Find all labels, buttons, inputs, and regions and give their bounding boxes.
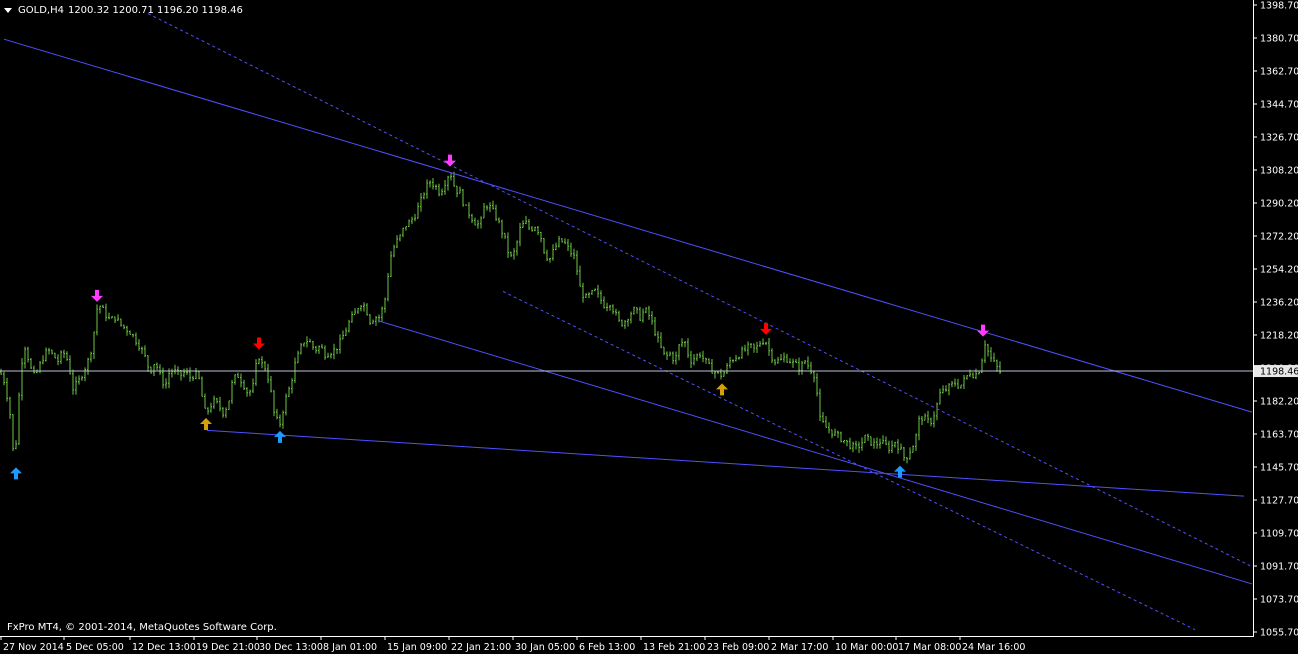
symbol-menu-icon[interactable] — [4, 7, 12, 13]
x-tick-label: 5 Dec 05:00 — [66, 642, 124, 653]
ohlc-bars — [0, 171, 1001, 464]
y-tick-label: 1326.70 — [1260, 133, 1298, 144]
x-tick-label: 30 Jan 05:00 — [515, 642, 575, 653]
buy-arrow-icon — [10, 467, 22, 480]
y-tick-label: 1091.70 — [1260, 562, 1298, 573]
x-tick-label: 2 Mar 17:00 — [771, 642, 828, 653]
x-tick-label: 13 Feb 21:00 — [643, 642, 705, 653]
x-tick-label: 17 Mar 08:00 — [898, 642, 961, 653]
y-tick-label: 1308.20 — [1260, 166, 1298, 177]
current-price-label: 1198.46 — [1260, 367, 1298, 378]
y-tick-label: 1272.20 — [1260, 232, 1298, 243]
x-tick-label: 24 Mar 16:00 — [962, 642, 1025, 653]
sell-arrow-icon — [91, 289, 103, 302]
trendline — [206, 429, 1245, 497]
buy-arrow-icon — [274, 430, 286, 443]
y-tick-label: 1055.70 — [1260, 628, 1298, 639]
x-tick-label: 30 Dec 13:00 — [259, 642, 323, 653]
y-tick-label: 1127.70 — [1260, 496, 1298, 507]
signal-arrows — [10, 154, 989, 480]
copyright-prefix: FxPro MT4, — [7, 622, 66, 633]
x-tick-label: 6 Feb 13:00 — [579, 642, 635, 653]
y-tick-label: 1109.70 — [1260, 529, 1298, 540]
chart-window[interactable]: 1398.70 1380.70 1362.70 1344.70 1326.70 1308.… — [0, 0, 1298, 654]
x-tick-label: 12 Dec 13:00 — [132, 642, 196, 653]
copyright-text: FxPro MT4, © 2001-2014, MetaQuotes Softw… — [7, 622, 277, 633]
y-tick-label: 1254.20 — [1260, 265, 1298, 276]
y-tick-label: 1398.70 — [1260, 1, 1298, 12]
y-tick-label: 1145.70 — [1260, 463, 1298, 474]
copyright-rest: 2001-2014, MetaQuotes Software Corp. — [75, 622, 277, 633]
y-tick-label: 1344.70 — [1260, 100, 1298, 111]
x-tick-label: 8 Jan 01:00 — [323, 642, 377, 653]
sell-arrow-icon — [444, 154, 456, 167]
sell-arrow-icon — [253, 337, 265, 350]
symbol-label: GOLD,H4 — [18, 4, 64, 16]
buy-arrow-icon — [200, 418, 212, 431]
x-tick-label: 10 Mar 00:00 — [835, 642, 898, 653]
axes: 1398.70 1380.70 1362.70 1344.70 1326.70 1308.… — [0, 0, 1298, 653]
dashed-trendline — [502, 290, 1196, 631]
y-tick-label: 1218.20 — [1260, 331, 1298, 342]
buy-arrow-icon — [894, 465, 906, 478]
x-tick-label: 27 Nov 2014 — [3, 642, 64, 653]
x-tick-label: 23 Feb 09:00 — [707, 642, 769, 653]
trendlines — [0, 13, 1253, 631]
y-tick-label: 1182.20 — [1260, 397, 1298, 408]
copyright-symbol-icon: © — [65, 622, 76, 633]
trendline — [3, 38, 1253, 413]
buy-arrow-icon — [716, 383, 728, 396]
chart-header: GOLD,H4 1200.32 1200.71 1196.20 1198.46 — [4, 3, 243, 17]
y-tick-label: 1236.20 — [1260, 298, 1298, 309]
sell-arrow-icon — [977, 324, 989, 337]
y-tick-label: 1362.70 — [1260, 67, 1298, 78]
y-tick-label: 1073.70 — [1260, 595, 1298, 606]
dashed-trendline — [147, 13, 1251, 567]
y-tick-label: 1163.70 — [1260, 430, 1298, 441]
price-chart[interactable]: 1398.70 1380.70 1362.70 1344.70 1326.70 1308.… — [0, 0, 1298, 654]
trendline — [377, 320, 1253, 585]
x-tick-label: 15 Jan 09:00 — [387, 642, 447, 653]
ohlc-values: 1200.32 1200.71 1196.20 1198.46 — [67, 4, 243, 16]
sell-arrow-icon — [760, 322, 772, 335]
x-tick-label: 22 Jan 21:00 — [451, 642, 511, 653]
x-tick-label: 19 Dec 21:00 — [196, 642, 260, 653]
y-tick-label: 1380.70 — [1260, 34, 1298, 45]
y-tick-label: 1290.20 — [1260, 199, 1298, 210]
